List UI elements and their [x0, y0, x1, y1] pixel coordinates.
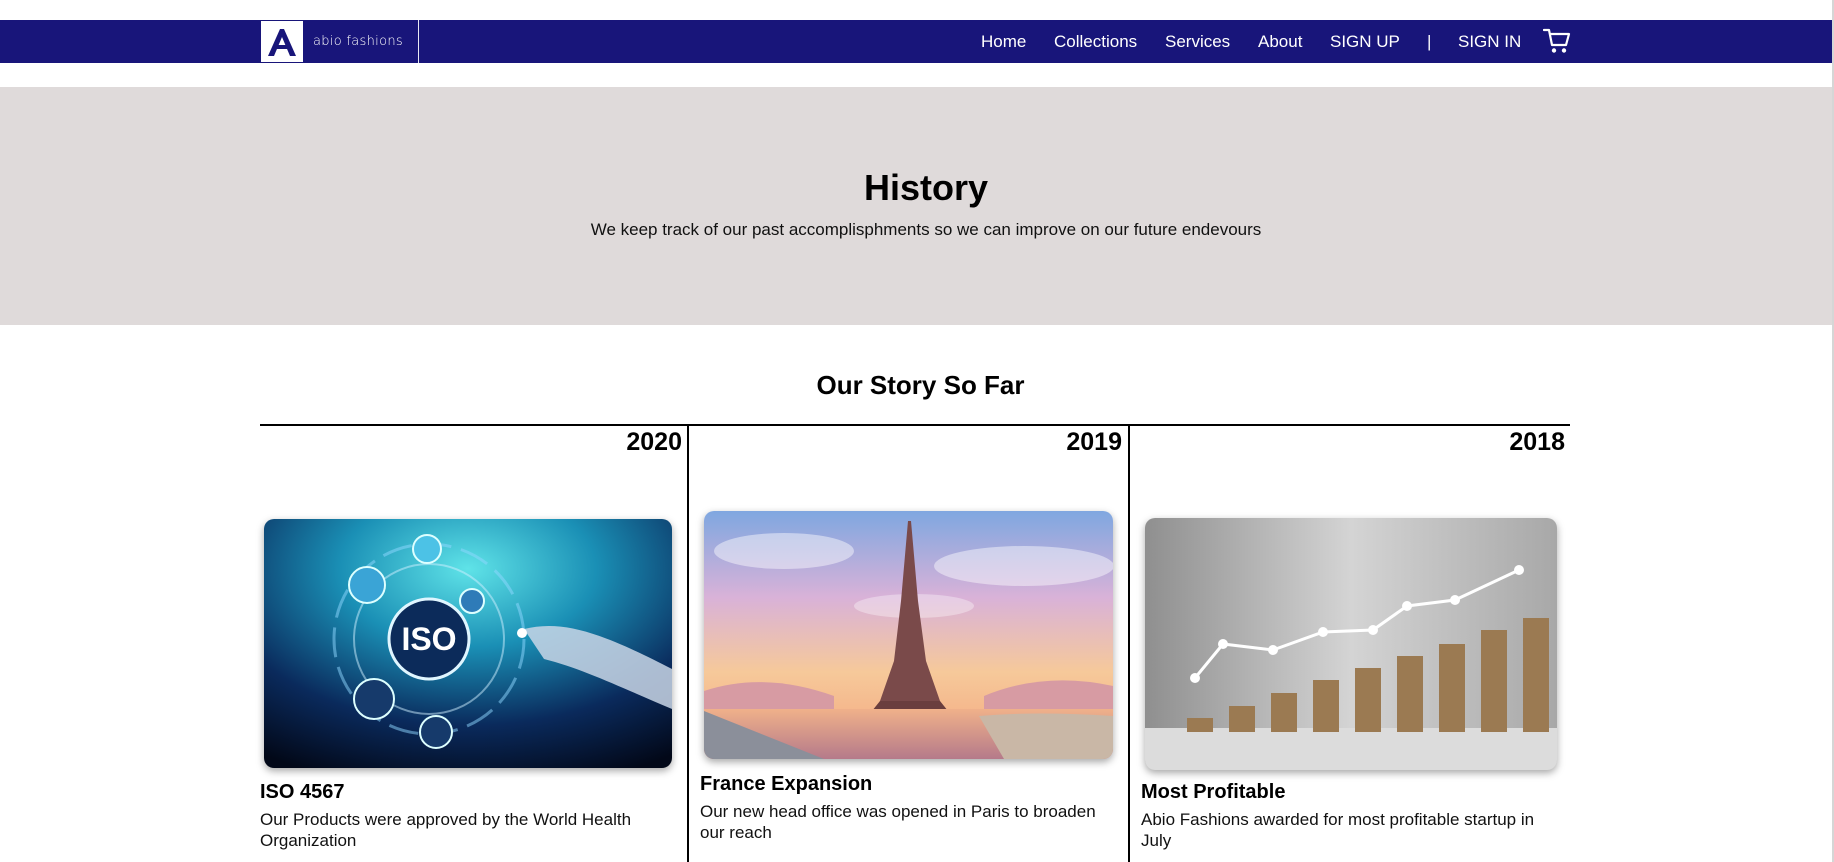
- section-title: Our Story So Far: [816, 370, 1025, 400]
- year-label: 2019: [1066, 428, 1122, 456]
- card-title: ISO 4567: [260, 781, 345, 803]
- nav-sign-in[interactable]: SIGN IN: [1458, 32, 1521, 52]
- history-hero: History We keep track of our past accomp…: [0, 87, 1832, 325]
- year-label: 2018: [1509, 428, 1565, 456]
- card-title: France Expansion: [700, 773, 873, 795]
- cart-icon[interactable]: [1542, 27, 1571, 60]
- page-title: History: [863, 167, 989, 208]
- nav-home[interactable]: Home: [981, 32, 1026, 52]
- timeline-divider: [1128, 424, 1130, 862]
- top-navbar: abio fashions Home Collections Services …: [0, 20, 1834, 63]
- iso-certification-image: ISO: [264, 519, 672, 768]
- nav-services[interactable]: Services: [1165, 32, 1230, 52]
- timeline-divider: [687, 424, 689, 862]
- nav-links: Home Collections Services About SIGN UP …: [0, 20, 1834, 63]
- nav-sign-up[interactable]: SIGN UP: [1330, 32, 1400, 52]
- coin-stacks-growth-image: [1145, 518, 1557, 770]
- card-title: Most Profitable: [1141, 781, 1286, 803]
- timeline-top-line: [260, 424, 1570, 426]
- nav-about[interactable]: About: [1258, 32, 1302, 52]
- card-text: Abio Fashions awarded for most profitabl…: [1141, 810, 1535, 850]
- page-subtitle: We keep track of our past accomplisphmen…: [590, 220, 1262, 239]
- nav-collections[interactable]: Collections: [1054, 32, 1137, 52]
- nav-separator: |: [1427, 32, 1432, 51]
- card-text: Our new head office was opened in Paris …: [700, 802, 1096, 842]
- eiffel-tower-image: [704, 511, 1113, 759]
- card-text: Our Products were approved by the World …: [260, 810, 632, 850]
- year-label: 2020: [626, 428, 682, 456]
- svg-text:ISO: ISO: [401, 621, 456, 657]
